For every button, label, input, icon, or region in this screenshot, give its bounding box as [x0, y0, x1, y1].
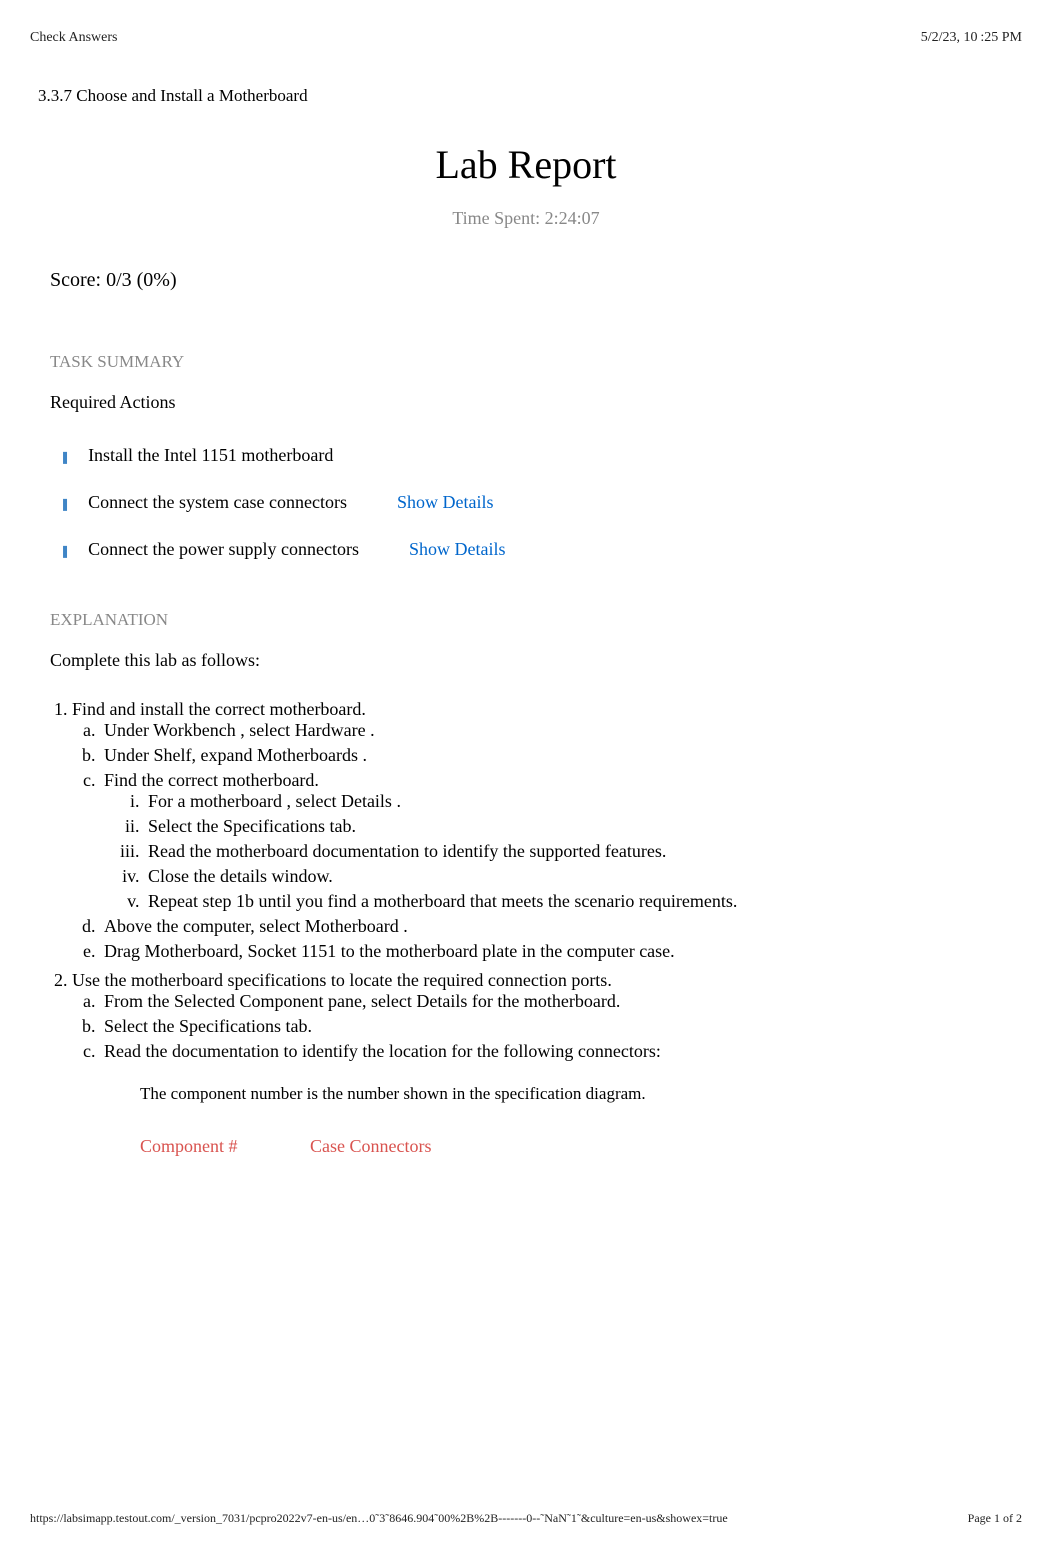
- explanation-heading: EXPLANATION: [50, 610, 1022, 630]
- step-1b: Under Shelf, expand Motherboards .: [100, 745, 1022, 766]
- step-1: Find and install the correct motherboard…: [72, 699, 1022, 962]
- step-1c-v: Repeat step 1b until you find a motherbo…: [144, 891, 1022, 912]
- step-2: Use the motherboard specifications to lo…: [72, 970, 1022, 1062]
- bullet-icon: ❚: [60, 497, 70, 511]
- task-summary-heading: TASK SUMMARY: [50, 352, 1022, 372]
- explanation-steps: Find and install the correct motherboard…: [72, 699, 1022, 1062]
- required-actions-heading: Required Actions: [50, 392, 1022, 413]
- action-item: ❚ Install the Intel 1151 motherboard: [60, 445, 1022, 466]
- action-text: Connect the system case connectors: [88, 492, 347, 513]
- score: Score: 0/3 (0%): [50, 269, 1022, 292]
- step-2-title: Use the motherboard specifications to lo…: [72, 970, 612, 990]
- show-details-link[interactable]: Show Details: [409, 539, 506, 560]
- step-1c: Find the correct motherboard. For a moth…: [100, 770, 1022, 912]
- bullet-icon: ❚: [60, 450, 70, 464]
- step-1c-iii: Read the motherboard documentation to id…: [144, 841, 1022, 862]
- step-1-substeps: Under Workbench , select Hardware . Unde…: [100, 720, 1022, 962]
- step-1d: Above the computer, select Motherboard .: [100, 916, 1022, 937]
- action-item: ❚ Connect the power supply connectors Sh…: [60, 539, 1022, 560]
- component-note: The component number is the number shown…: [140, 1084, 1022, 1104]
- footer-url: https://labsimapp.testout.com/_version_7…: [30, 1511, 728, 1526]
- step-1c-iv: Close the details window.: [144, 866, 1022, 887]
- explanation-intro: Complete this lab as follows:: [50, 650, 1022, 671]
- step-2b: Select the Specifications tab.: [100, 1016, 1022, 1037]
- step-2-substeps: From the Selected Component pane, select…: [100, 991, 1022, 1062]
- show-details-link[interactable]: Show Details: [397, 492, 494, 513]
- connector-table-header: Component # Case Connectors: [140, 1136, 1022, 1157]
- header-right: 5/2/23, 10 :25 PM: [921, 30, 1022, 46]
- step-1e: Drag Motherboard, Socket 1151 to the mot…: [100, 941, 1022, 962]
- action-item: ❚ Connect the system case connectors Sho…: [60, 492, 1022, 513]
- time-spent: Time Spent: 2:24:07: [30, 208, 1022, 229]
- step-1c-i: For a motherboard , select Details .: [144, 791, 1022, 812]
- section-title: 3.3.7 Choose and Install a Motherboard: [38, 86, 1022, 106]
- header-left: Check Answers: [30, 30, 118, 46]
- print-header: Check Answers 5/2/23, 10 :25 PM: [30, 30, 1022, 46]
- step-2a: From the Selected Component pane, select…: [100, 991, 1022, 1012]
- col-connectors: Case Connectors: [310, 1136, 431, 1157]
- step-1c-substeps: For a motherboard , select Details . Sel…: [144, 791, 1022, 912]
- step-1a: Under Workbench , select Hardware .: [100, 720, 1022, 741]
- step-1-title: Find and install the correct motherboard…: [72, 699, 366, 719]
- step-2c: Read the documentation to identify the l…: [100, 1041, 1022, 1062]
- lab-report-title: Lab Report: [30, 141, 1022, 188]
- bullet-icon: ❚: [60, 544, 70, 558]
- action-text: Connect the power supply connectors: [88, 539, 359, 560]
- footer-page: Page 1 of 2: [968, 1511, 1022, 1526]
- required-actions-list: ❚ Install the Intel 1151 motherboard ❚ C…: [60, 445, 1022, 560]
- col-component: Component #: [140, 1136, 310, 1157]
- print-footer: https://labsimapp.testout.com/_version_7…: [30, 1511, 1022, 1526]
- step-1c-ii: Select the Specifications tab.: [144, 816, 1022, 837]
- action-text: Install the Intel 1151 motherboard: [88, 445, 333, 466]
